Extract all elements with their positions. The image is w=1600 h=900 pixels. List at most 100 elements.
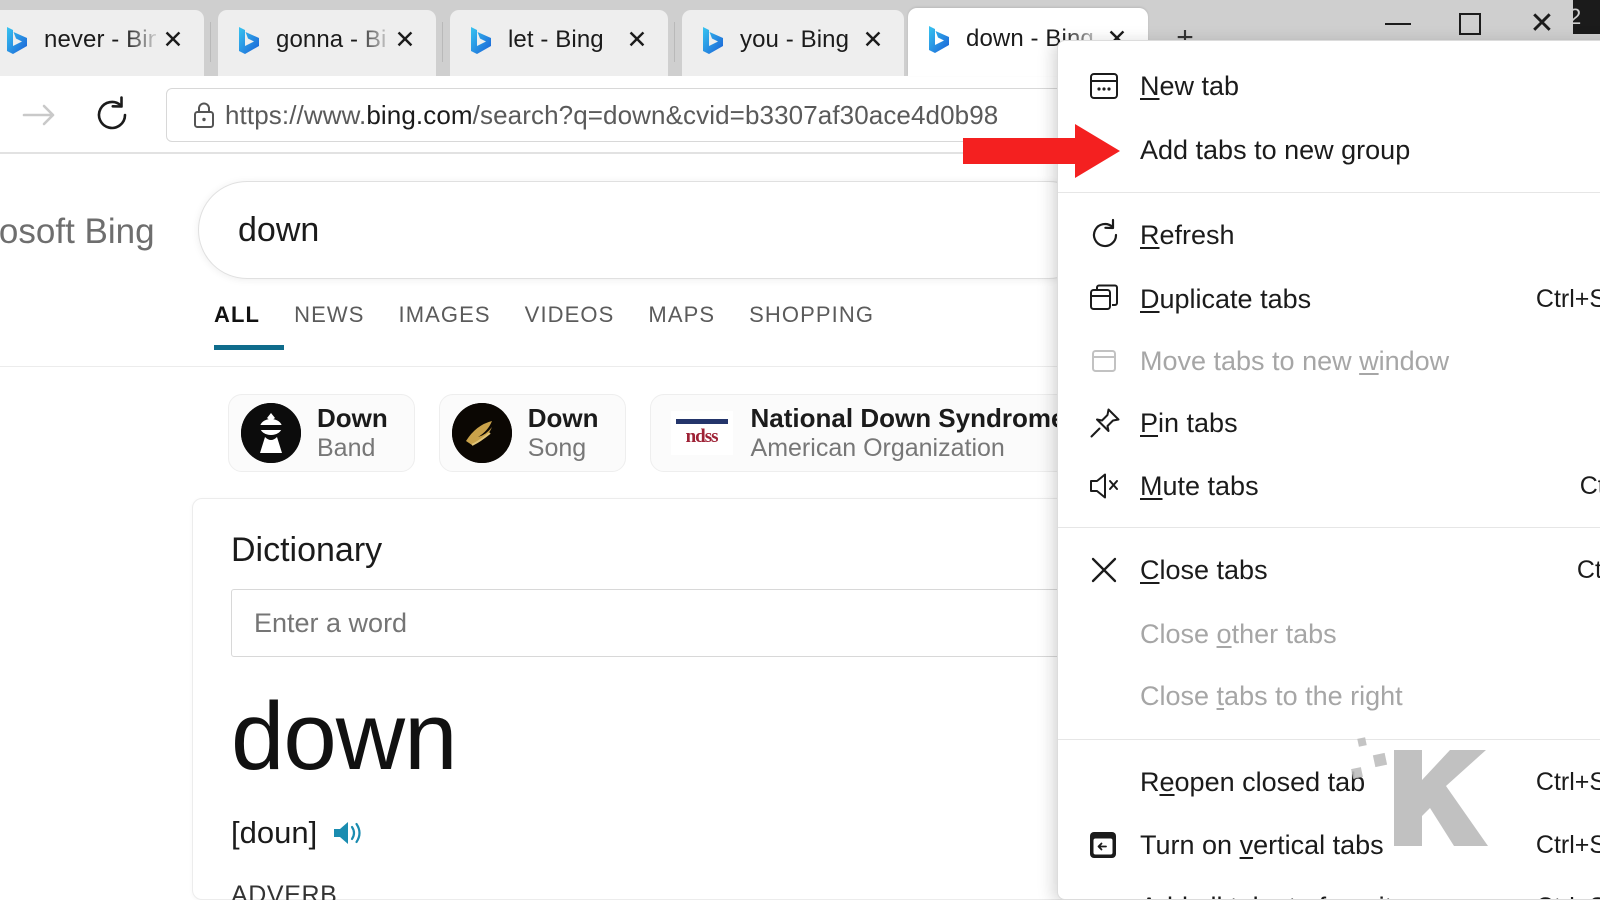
tab-close-button[interactable]: ✕ xyxy=(156,23,190,57)
menu-item-label: Add all tabs to favorites xyxy=(1140,892,1421,900)
accel-letter: e xyxy=(1159,766,1175,797)
dictionary-heading: Dictionary xyxy=(231,531,383,569)
label-post: indow xyxy=(1378,345,1450,376)
label-post: uplicate tabs xyxy=(1159,283,1312,314)
browser-tab-1[interactable]: gonna - Bing ✕ xyxy=(218,10,436,76)
menu-item-add-tabs-to-new-group[interactable]: Add tabs to new group xyxy=(1058,117,1600,183)
label-post: ew tab xyxy=(1159,70,1240,101)
menu-item-duplicate-tabs[interactable]: Duplicate tabs Ctrl+Shift+ xyxy=(1058,268,1600,330)
tab-title: never - Bing xyxy=(44,26,156,53)
menu-item-label: Close other tabs xyxy=(1140,619,1337,650)
menu-item-add-all-tabs-to-favorites[interactable]: Add all tabs to favorites Ctrl+Shift+ xyxy=(1058,876,1600,900)
bing-icon xyxy=(698,25,728,55)
accel-letter: o xyxy=(1216,618,1232,649)
url-scheme: https://www. xyxy=(225,99,367,130)
label-post: lose tabs xyxy=(1159,554,1268,585)
vertical-tabs-icon xyxy=(1088,830,1140,860)
bing-icon xyxy=(2,25,32,55)
menu-item-shortcut: Ctrl+Shift+ xyxy=(1535,284,1600,313)
browser-tab-0[interactable]: never - Bing ✕ xyxy=(0,10,204,76)
tab-all[interactable]: ALL xyxy=(214,302,294,350)
tab-images[interactable]: IMAGES xyxy=(398,302,524,350)
menu-item-close-tabs-to-the-right: Close tabs to the right xyxy=(1058,665,1600,727)
entity-card-text: National Down Syndrome S American Organi… xyxy=(751,404,1091,462)
bing-icon xyxy=(466,25,496,55)
song-art-thumb xyxy=(451,403,512,463)
menu-item-turn-on-vertical-tabs[interactable]: Turn on vertical tabs Ctrl+Shift+ xyxy=(1058,814,1600,876)
label-pre: Move tabs to new xyxy=(1140,345,1360,376)
menu-item-label: Move tabs to new window xyxy=(1140,346,1449,377)
menu-item-label: Duplicate tabs xyxy=(1140,284,1311,315)
menu-separator xyxy=(1058,192,1600,193)
bing-icon xyxy=(234,25,264,55)
menu-item-label: Turn on vertical tabs xyxy=(1140,830,1384,861)
tab-close-button[interactable]: ✕ xyxy=(388,23,422,57)
menu-item-shortcut: Ctrl+Shift+ xyxy=(1535,767,1600,796)
annotation-arrow xyxy=(963,122,1121,180)
menu-item-shortcut: Ctrl+Shift+ xyxy=(1535,830,1600,859)
menu-item-new-tab[interactable]: New tab Ctrl+ xyxy=(1058,55,1600,117)
menu-top-spacer xyxy=(1058,41,1600,55)
accel-letter: g xyxy=(1341,134,1357,165)
label-post: abs to the right xyxy=(1224,680,1403,711)
refresh-icon[interactable] xyxy=(80,83,144,147)
accel-letter: N xyxy=(1140,70,1160,101)
tab-separator xyxy=(210,22,211,62)
tab-separator xyxy=(442,22,443,62)
tab-maps[interactable]: MAPS xyxy=(648,302,749,350)
menu-item-close-other-tabs: Close other tabs xyxy=(1058,603,1600,665)
browser-window: never - Bing ✕ gonna - Bing ✕ let - Bing… xyxy=(0,0,1600,900)
label-post: efresh xyxy=(1159,219,1235,250)
speaker-icon[interactable] xyxy=(331,818,365,848)
label-pre: Close xyxy=(1140,680,1217,711)
entity-subtitle: Band xyxy=(317,433,376,462)
menu-item-mute-tabs[interactable]: Mute tabs Ctrl+M xyxy=(1058,454,1600,518)
pin-icon xyxy=(1088,406,1140,440)
label-post: ther tabs xyxy=(1231,618,1337,649)
tab-news[interactable]: NEWS xyxy=(294,302,398,350)
label-post: open closed tab xyxy=(1174,766,1366,797)
tab-separator xyxy=(674,22,675,62)
search-query-value: down xyxy=(238,210,320,249)
refresh-icon xyxy=(1088,218,1140,252)
tab-close-button[interactable]: ✕ xyxy=(856,23,890,57)
menu-item-label: New tab xyxy=(1140,71,1239,102)
url-path: /search?q=down&cvid=b3307af30ace4d0b98 xyxy=(472,99,999,130)
accel-letter: D xyxy=(1140,283,1160,314)
accel-letter: w xyxy=(1359,345,1379,376)
menu-item-close-tabs[interactable]: Close tabs Ctrl+W xyxy=(1058,537,1600,603)
tab-close-button[interactable]: ✕ xyxy=(620,23,654,57)
tab-shopping[interactable]: SHOPPING xyxy=(749,302,908,350)
dictionary-pronunciation-row: [doun] xyxy=(231,815,365,851)
entity-card-song[interactable]: Down Song xyxy=(438,394,626,472)
entity-title: Down xyxy=(317,403,388,434)
browser-tab-2[interactable]: let - Bing ✕ xyxy=(450,10,668,76)
forward-arrow-icon[interactable] xyxy=(8,83,72,147)
search-input[interactable]: down xyxy=(198,181,1098,279)
entity-card-band[interactable]: Down Band xyxy=(228,394,415,472)
menu-item-pin-tabs[interactable]: Pin tabs xyxy=(1058,392,1600,454)
tab-title: you - Bing xyxy=(740,26,850,53)
dictionary-input-placeholder: Enter a word xyxy=(254,607,408,638)
menu-item-label: Pin tabs xyxy=(1140,408,1238,439)
url-host: bing.com xyxy=(366,99,473,130)
accel-letter: t xyxy=(1216,680,1225,711)
dictionary-word-input[interactable]: Enter a word xyxy=(231,589,1061,657)
menu-item-shortcut: Ctrl+W xyxy=(1576,555,1600,584)
label-pre: Add all tabs to favorites xyxy=(1140,892,1421,900)
entity-cards: Down Band Down Song ndss National Down S… xyxy=(228,394,1118,472)
entity-card-text: Down Band xyxy=(317,403,388,462)
menu-separator xyxy=(1058,739,1600,740)
label-pre: Turn on xyxy=(1140,829,1240,860)
tab-videos[interactable]: VIDEOS xyxy=(525,302,649,350)
recorder-overlay: 2 xyxy=(1573,0,1600,34)
menu-item-refresh[interactable]: Refresh Ctrl+ xyxy=(1058,202,1600,268)
accel-letter: M xyxy=(1140,470,1163,501)
duplicate-icon xyxy=(1088,283,1140,315)
menu-item-label: Mute tabs xyxy=(1140,471,1259,502)
entity-card-ndss[interactable]: ndss National Down Syndrome S American O… xyxy=(649,394,1118,472)
browser-tab-3[interactable]: you - Bing ✕ xyxy=(682,10,904,76)
menu-item-reopen-closed-tab[interactable]: Reopen closed tab Ctrl+Shift+ xyxy=(1058,750,1600,814)
bing-logo[interactable]: icrosoft Bing xyxy=(0,212,155,252)
label-pre: R xyxy=(1140,766,1160,797)
